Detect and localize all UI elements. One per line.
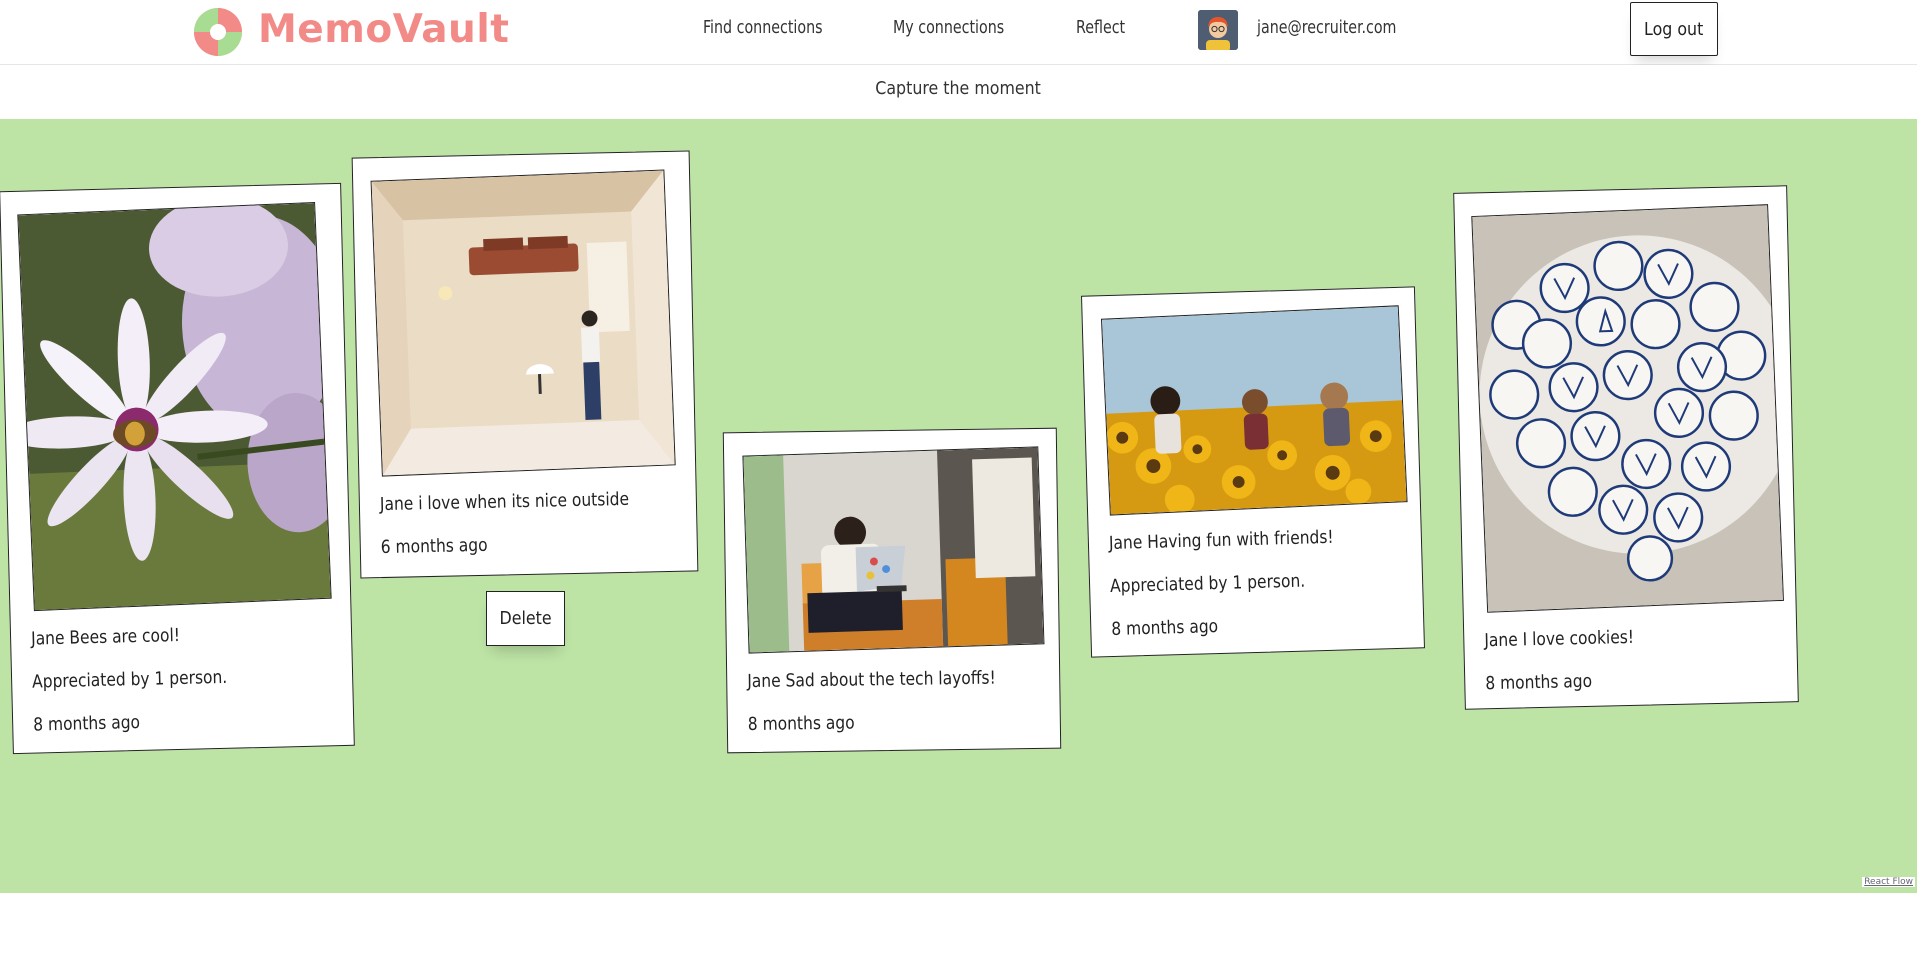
memory-photo-cookies[interactable] <box>1471 204 1784 613</box>
card-appreciation: Appreciated by 1 person. <box>31 666 228 693</box>
card-caption: Jane i love when its nice outside <box>379 488 630 516</box>
card-timestamp: 8 months ago <box>1485 670 1593 695</box>
card-timestamp: 6 months ago <box>380 534 488 559</box>
delete-button[interactable]: Delete <box>486 591 565 646</box>
card-caption: Jane I love cookies! <box>1484 626 1635 652</box>
logout-button[interactable]: Log out <box>1630 2 1718 56</box>
card-timestamp: 8 months ago <box>747 712 855 736</box>
memory-board[interactable]: Jane Bees are cool! Appreciated by 1 per… <box>0 119 1917 893</box>
memory-photo-laptop[interactable] <box>742 446 1045 654</box>
delete-label: Delete <box>499 608 552 629</box>
logout-label: Log out <box>1644 18 1704 40</box>
card-caption: Jane Bees are cool! <box>30 624 181 650</box>
memory-photo-sunflowers[interactable] <box>1100 305 1408 516</box>
user-email: jane@recruiter.com <box>1257 17 1397 38</box>
brand-name[interactable]: MemoVault <box>258 4 509 56</box>
top-navbar: MemoVault Find connections My connection… <box>0 0 1917 65</box>
nav-my-connections[interactable]: My connections <box>893 14 1004 42</box>
capture-moment-link[interactable]: Capture the moment <box>0 78 1917 99</box>
memory-card[interactable]: Jane Having fun with friends! Appreciate… <box>1081 286 1425 658</box>
memory-card[interactable]: Jane I love cookies! 8 months ago <box>1453 185 1799 710</box>
card-appreciation: Appreciated by 1 person. <box>1109 570 1306 598</box>
sub-toolbar: Capture the moment <box>0 65 1917 120</box>
card-caption: Jane Having fun with friends! <box>1108 526 1334 555</box>
memovault-logo-icon[interactable] <box>192 6 244 58</box>
nav-reflect[interactable]: Reflect <box>1076 14 1125 42</box>
memory-card[interactable]: Jane Bees are cool! Appreciated by 1 per… <box>0 182 355 755</box>
memory-card[interactable]: Jane Sad about the tech layoffs! 8 month… <box>722 427 1062 754</box>
capture-moment-label: Capture the moment <box>875 78 1042 99</box>
memory-photo-room[interactable] <box>370 169 676 477</box>
react-flow-attribution-link[interactable]: React Flow <box>1862 877 1915 887</box>
card-caption: Jane Sad about the tech layoffs! <box>747 667 996 693</box>
user-avatar[interactable] <box>1198 10 1238 50</box>
memory-card[interactable]: Jane i love when its nice outside 6 mont… <box>351 150 699 579</box>
card-timestamp: 8 months ago <box>1111 616 1219 641</box>
card-timestamp: 8 months ago <box>32 711 141 736</box>
nav-find-connections[interactable]: Find connections <box>703 14 823 42</box>
memory-photo-daisy[interactable] <box>17 201 332 612</box>
